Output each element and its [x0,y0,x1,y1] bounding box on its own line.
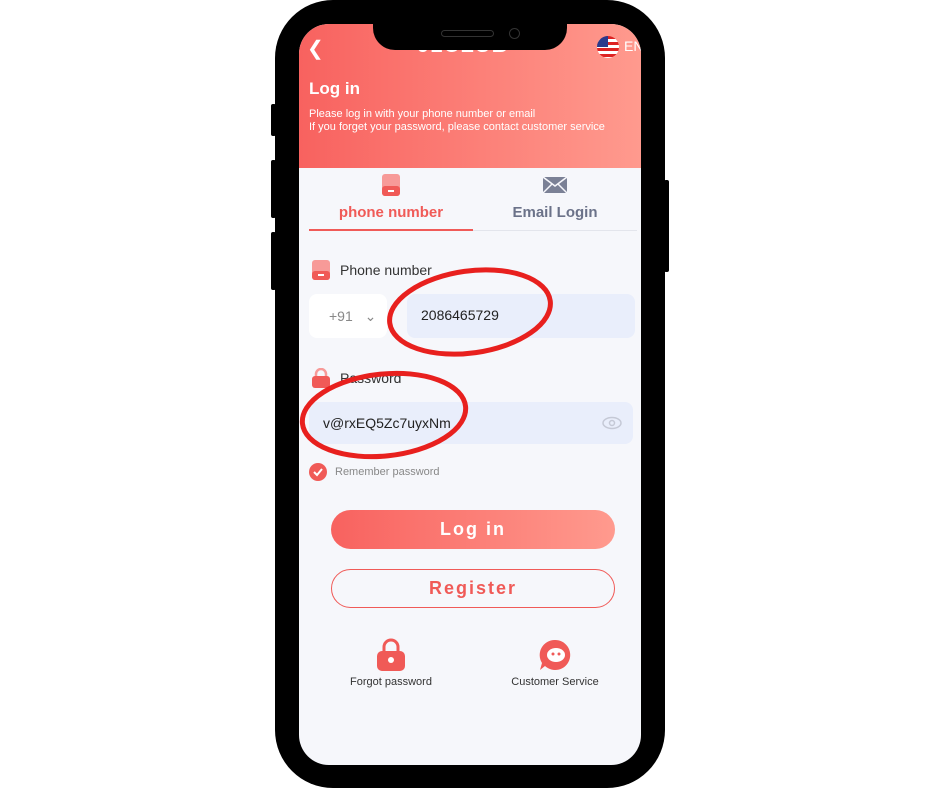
annotation-circle [387,267,553,357]
annotation-layer [299,267,553,460]
annotation-circle [299,370,469,460]
